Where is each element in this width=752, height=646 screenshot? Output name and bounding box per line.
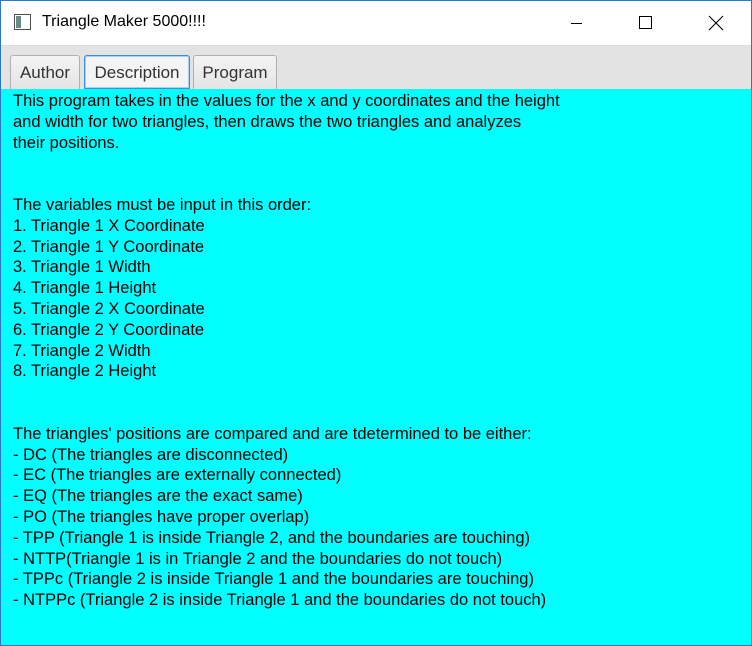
order-item: 1. Triangle 1 X Coordinate: [13, 216, 205, 235]
app-window: Triangle Maker 5000!!!! Author Descripti…: [0, 0, 752, 646]
order-item: 4. Triangle 1 Height: [13, 279, 157, 298]
position-item: - DC (The triangles are disconnected): [13, 445, 289, 464]
order-item: 5. Triangle 2 X Coordinate: [13, 299, 205, 318]
tab-author[interactable]: Author: [10, 55, 80, 89]
app-window-icon: [14, 14, 31, 30]
order-item: 2. Triangle 1 Y Coordinate: [13, 237, 205, 256]
position-item: - EC (The triangles are externally conne…: [13, 466, 342, 485]
close-icon: [708, 15, 724, 31]
intro-line: This program takes in the values for the…: [13, 92, 560, 110]
minimize-icon: [571, 23, 582, 24]
close-button[interactable]: [693, 1, 739, 45]
minimize-button[interactable]: [553, 1, 599, 45]
order-heading: The variables must be input in this orde…: [13, 195, 312, 214]
positions-heading: The triangles' positions are compared an…: [13, 424, 532, 443]
tab-strip: Author Description Program: [1, 45, 751, 90]
description-text: This program takes in the values for the…: [13, 91, 733, 611]
position-item: - TPPc (Triangle 2 is inside Triangle 1 …: [13, 570, 534, 589]
order-item: 8. Triangle 2 Height: [13, 362, 157, 381]
position-item: - TPP (Triangle 1 is inside Triangle 2, …: [13, 528, 530, 547]
description-panel: This program takes in the values for the…: [1, 89, 751, 645]
maximize-button[interactable]: [623, 1, 669, 45]
position-item: - EQ (The triangles are the exact same): [13, 487, 303, 506]
title-bar[interactable]: Triangle Maker 5000!!!!: [1, 1, 751, 45]
position-item: - PO (The triangles have proper overlap): [13, 507, 310, 526]
position-item: - NTPPc (Triangle 2 is inside Triangle 1…: [13, 591, 547, 610]
window-title: Triangle Maker 5000!!!!: [42, 13, 206, 30]
intro-line: their positions.: [13, 133, 120, 152]
tab-program[interactable]: Program: [193, 55, 277, 89]
intro-line: and width for two triangles, then draws …: [13, 112, 522, 131]
maximize-icon: [639, 16, 652, 29]
position-item: - NTTP(Triangle 1 is in Triangle 2 and t…: [13, 549, 503, 568]
order-item: 3. Triangle 1 Width: [13, 258, 151, 277]
order-item: 7. Triangle 2 Width: [13, 341, 151, 360]
tab-description[interactable]: Description: [84, 55, 190, 89]
order-item: 6. Triangle 2 Y Coordinate: [13, 320, 205, 339]
